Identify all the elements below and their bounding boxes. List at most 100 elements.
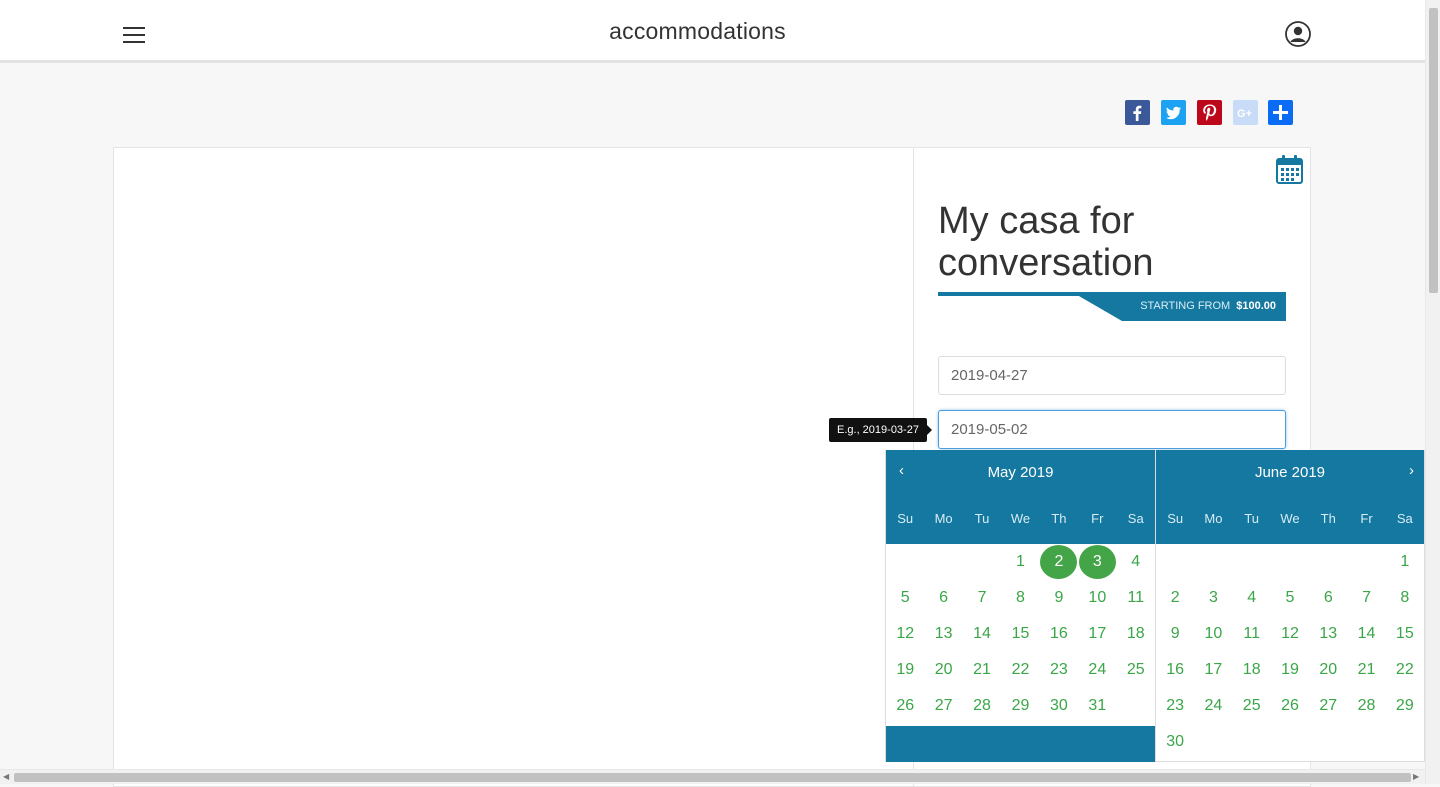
day-cell[interactable]: 6 xyxy=(924,580,962,616)
scroll-left-icon[interactable]: ◀ xyxy=(3,772,9,781)
day-cell[interactable]: 19 xyxy=(886,652,924,688)
day-cell[interactable]: 30 xyxy=(1040,688,1078,724)
day-cell[interactable]: 24 xyxy=(1078,652,1116,688)
day-cell[interactable]: 17 xyxy=(1078,616,1116,652)
day-cell[interactable]: 2 xyxy=(1040,544,1078,580)
day-cell[interactable]: 20 xyxy=(924,652,962,688)
calendar-icon[interactable] xyxy=(1276,155,1303,184)
day-cell[interactable]: 2 xyxy=(1156,580,1194,616)
day-cell[interactable]: 14 xyxy=(1347,616,1385,652)
day-cell[interactable]: 16 xyxy=(1040,616,1078,652)
day-cell[interactable]: 30 xyxy=(1156,724,1194,760)
day-number: 25 xyxy=(1242,697,1261,714)
day-cell[interactable]: 9 xyxy=(1156,616,1194,652)
day-number: 24 xyxy=(1088,661,1107,678)
day-number: 11 xyxy=(1127,589,1145,606)
weekday-label: Su xyxy=(1167,511,1184,526)
scroll-right-icon[interactable]: ▶ xyxy=(1413,772,1419,781)
horizontal-scrollbar[interactable]: ◀ ▶ xyxy=(0,769,1425,784)
day-cell[interactable]: 29 xyxy=(1001,688,1039,724)
day-cell[interactable]: 7 xyxy=(1347,580,1385,616)
vertical-scroll-thumb[interactable] xyxy=(1429,8,1438,293)
day-cell[interactable]: 26 xyxy=(886,688,924,724)
day-cell[interactable]: 25 xyxy=(1233,688,1271,724)
day-cell[interactable]: 11 xyxy=(1233,616,1271,652)
day-cell[interactable]: 22 xyxy=(1001,652,1039,688)
day-cell[interactable]: 10 xyxy=(1194,616,1232,652)
user-account-icon[interactable] xyxy=(1285,21,1311,47)
google-plus-share-icon[interactable]: G+ xyxy=(1233,100,1258,125)
day-cell[interactable]: 28 xyxy=(1347,688,1385,724)
day-cell[interactable]: 31 xyxy=(1078,688,1116,724)
day-cell[interactable]: 12 xyxy=(886,616,924,652)
day-cell[interactable]: 11 xyxy=(1117,580,1155,616)
weekday-label: Mo xyxy=(1204,511,1223,526)
day-cell[interactable]: 12 xyxy=(1271,616,1309,652)
day-number: 28 xyxy=(973,697,991,714)
day-cell[interactable]: 5 xyxy=(886,580,924,616)
day-number: 20 xyxy=(1319,661,1338,678)
day-number: 30 xyxy=(1050,697,1068,714)
weekday-label: Fr xyxy=(1091,511,1104,526)
day-cell[interactable]: 4 xyxy=(1117,544,1155,580)
pinterest-share-icon[interactable] xyxy=(1197,100,1222,125)
day-cell[interactable]: 27 xyxy=(1309,688,1347,724)
day-cell[interactable]: 8 xyxy=(1001,580,1039,616)
day-cell[interactable]: 5 xyxy=(1271,580,1309,616)
day-cell[interactable]: 1 xyxy=(1386,544,1424,580)
share-plus-icon[interactable] xyxy=(1268,100,1293,125)
twitter-share-icon[interactable] xyxy=(1161,100,1186,125)
day-cell[interactable]: 18 xyxy=(1233,652,1271,688)
horizontal-scroll-thumb[interactable] xyxy=(14,773,1411,782)
day-cell[interactable]: 7 xyxy=(963,580,1001,616)
day-cell[interactable]: 26 xyxy=(1271,688,1309,724)
day-number: 23 xyxy=(1166,697,1185,714)
day-cell[interactable]: 21 xyxy=(1347,652,1385,688)
day-cell[interactable]: 18 xyxy=(1117,616,1155,652)
day-cell[interactable]: 9 xyxy=(1040,580,1078,616)
day-cell[interactable]: 3 xyxy=(1078,544,1116,580)
day-number: 10 xyxy=(1088,589,1107,606)
day-number: 18 xyxy=(1242,661,1261,678)
day-cell[interactable]: 20 xyxy=(1309,652,1347,688)
day-cell[interactable]: 28 xyxy=(963,688,1001,724)
day-cell[interactable]: 3 xyxy=(1194,580,1232,616)
day-number: 25 xyxy=(1126,661,1145,678)
day-number: 6 xyxy=(1323,589,1333,606)
month-header: ‹ May 2019 Su Mo Tu We Th Fr Sa xyxy=(886,450,1155,544)
day-number: 7 xyxy=(977,589,987,606)
day-cell[interactable]: 23 xyxy=(1040,652,1078,688)
day-grid: 1 2 3 4 5 6 7 8 9 10 11 12 13 14 15 16 17 18 19 20 21 22 23 24 2… xyxy=(886,544,1155,724)
day-cell[interactable]: 21 xyxy=(963,652,1001,688)
weekday-label: We xyxy=(1010,511,1031,526)
empty-day-cell xyxy=(1194,544,1232,580)
day-cell[interactable]: 8 xyxy=(1386,580,1424,616)
day-cell[interactable]: 14 xyxy=(963,616,1001,652)
day-cell[interactable]: 15 xyxy=(1001,616,1039,652)
vertical-scrollbar[interactable] xyxy=(1425,0,1440,784)
day-cell[interactable]: 13 xyxy=(924,616,962,652)
facebook-share-icon[interactable] xyxy=(1125,100,1150,125)
day-cell[interactable]: 15 xyxy=(1386,616,1424,652)
week-row: 1234 xyxy=(886,544,1155,580)
day-cell[interactable]: 6 xyxy=(1309,580,1347,616)
day-cell[interactable]: 13 xyxy=(1309,616,1347,652)
day-cell[interactable]: 1 xyxy=(1001,544,1039,580)
day-cell[interactable]: 24 xyxy=(1194,688,1232,724)
day-cell[interactable]: 22 xyxy=(1386,652,1424,688)
day-cell[interactable]: 16 xyxy=(1156,652,1194,688)
day-cell[interactable]: 17 xyxy=(1194,652,1232,688)
day-cell[interactable]: 4 xyxy=(1233,580,1271,616)
day-cell[interactable]: 23 xyxy=(1156,688,1194,724)
empty-day-cell xyxy=(1233,724,1271,760)
day-cell[interactable]: 29 xyxy=(1386,688,1424,724)
checkin-date-input[interactable] xyxy=(938,356,1286,395)
day-cell[interactable]: 19 xyxy=(1271,652,1309,688)
checkout-date-input[interactable] xyxy=(938,410,1286,449)
picker-footer xyxy=(886,726,1156,762)
day-cell[interactable]: 27 xyxy=(924,688,962,724)
day-number: 14 xyxy=(1357,625,1376,642)
day-number: 17 xyxy=(1204,661,1223,678)
day-cell[interactable]: 10 xyxy=(1078,580,1116,616)
day-cell[interactable]: 25 xyxy=(1117,652,1155,688)
